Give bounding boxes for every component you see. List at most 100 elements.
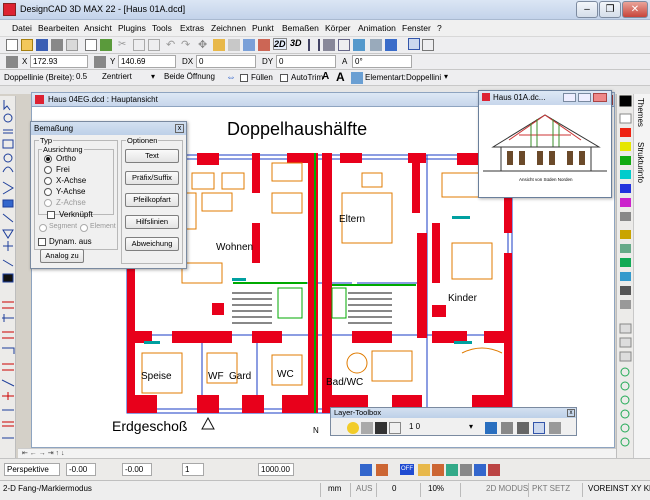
view-field-1[interactable]: -0.00 xyxy=(66,463,96,476)
split-view-icon[interactable] xyxy=(308,39,320,51)
preview-minimize-button[interactable] xyxy=(563,93,576,102)
layer-tool5-icon[interactable] xyxy=(549,422,561,434)
dynamic-checkbox[interactable] xyxy=(38,238,46,246)
paste-icon[interactable] xyxy=(148,39,160,51)
redo-icon[interactable]: ↷ xyxy=(181,38,193,51)
layer-icon[interactable] xyxy=(323,39,335,51)
radio-frei[interactable] xyxy=(44,166,52,174)
preview-titlebar[interactable]: Haus 01A.dc... xyxy=(479,91,611,105)
menu-zeichnen[interactable]: Zeichnen xyxy=(211,23,246,33)
layer-pen-icon[interactable] xyxy=(375,422,387,434)
layer-dropdown-icon[interactable]: ▾ xyxy=(469,422,481,434)
menu-ansicht[interactable]: Ansicht xyxy=(84,23,112,33)
lock-icon[interactable] xyxy=(6,56,18,68)
plugin-icon[interactable] xyxy=(100,39,112,51)
copy-icon[interactable] xyxy=(133,39,145,51)
menu-plugins[interactable]: Plugins xyxy=(118,23,146,33)
preview-icon[interactable] xyxy=(66,39,78,51)
close-button[interactable]: ✕ xyxy=(622,1,648,18)
off-button[interactable]: OFF xyxy=(400,464,414,475)
fill-checkbox[interactable] xyxy=(240,74,248,82)
window-icon[interactable] xyxy=(408,38,420,50)
render-icon[interactable] xyxy=(258,39,270,51)
minimize-button[interactable]: – xyxy=(576,1,598,18)
open-folder-icon[interactable] xyxy=(21,39,33,51)
text-a-icon[interactable]: A xyxy=(322,71,334,83)
x-coordinate-field[interactable]: 172.93 xyxy=(30,55,88,68)
scroll-arrows-icon[interactable]: ⇤ ← → ⇥ ↑ ↓ xyxy=(22,449,64,457)
view-select[interactable]: Perspektive xyxy=(4,463,60,476)
tolerance-button[interactable]: Abweichung xyxy=(125,237,179,251)
element-dropdown-icon[interactable]: ▾ xyxy=(444,72,456,84)
tab-themes[interactable]: Themes xyxy=(636,98,645,127)
layer-manager-icon[interactable] xyxy=(485,422,497,434)
element-type-icon[interactable] xyxy=(351,72,363,84)
menu-extras[interactable]: Extras xyxy=(180,23,204,33)
mode-3d-button[interactable]: 3D xyxy=(290,38,304,50)
align-select[interactable]: Zentriert xyxy=(100,71,152,84)
layer-toolbox-titlebar[interactable]: Layer-Toolbox xyxy=(331,408,576,418)
grid-icon[interactable] xyxy=(338,39,350,51)
undo-icon[interactable]: ↶ xyxy=(166,38,178,51)
explode-icon[interactable] xyxy=(228,39,240,51)
dx-field[interactable]: 0 xyxy=(196,55,256,68)
layer-select[interactable]: 1 0 xyxy=(407,421,477,434)
snap-icon[interactable] xyxy=(418,464,430,476)
layer-tool4-icon[interactable] xyxy=(533,422,545,434)
view-tool2-icon[interactable] xyxy=(376,464,388,476)
move-icon[interactable]: ✥ xyxy=(198,38,210,51)
view-tool-icon[interactable] xyxy=(360,464,372,476)
restore-button[interactable]: ❐ xyxy=(599,1,621,18)
preview-close-button[interactable] xyxy=(593,93,607,102)
preview-window[interactable]: Haus 01A.dc... Ansicht von Süden Norden xyxy=(478,90,612,198)
view-field-2[interactable]: -0.00 xyxy=(122,463,152,476)
info-icon[interactable] xyxy=(353,39,365,51)
extension-lines-button[interactable]: Hilfslinien xyxy=(125,215,179,229)
layer-tool2-icon[interactable] xyxy=(501,422,513,434)
opening-select[interactable]: Beide Öffnung xyxy=(162,71,224,84)
autotrim-checkbox[interactable] xyxy=(280,74,288,82)
layer-tool3-icon[interactable] xyxy=(517,422,529,434)
print-icon[interactable] xyxy=(51,39,63,51)
text-a-large-icon[interactable]: A xyxy=(336,70,348,84)
save-icon[interactable] xyxy=(36,39,48,51)
page-icon[interactable] xyxy=(85,39,97,51)
snap3-icon[interactable] xyxy=(446,464,458,476)
horizontal-scrollbar[interactable]: ⇤ ← → ⇥ ↑ ↓ xyxy=(18,448,616,458)
line-width-field[interactable]: 0.5 xyxy=(74,71,96,84)
opening-icon[interactable]: ⇔ xyxy=(226,72,238,84)
properties-icon[interactable] xyxy=(370,39,382,51)
radio-y-achse[interactable] xyxy=(44,188,52,196)
preview-maximize-button[interactable] xyxy=(578,93,591,102)
menu-tools[interactable]: Tools xyxy=(152,23,172,33)
element-type-value[interactable]: Doppellini xyxy=(406,73,441,82)
radio-ortho[interactable] xyxy=(44,155,52,163)
tab-strukturinfo[interactable]: Strukturinfo xyxy=(636,142,645,183)
snap6-icon[interactable] xyxy=(488,464,500,476)
color-palette[interactable] xyxy=(617,94,634,458)
menu-koerper[interactable]: Körper xyxy=(325,23,351,33)
cut-icon[interactable]: ✂ xyxy=(118,39,130,51)
layer-color-icon[interactable] xyxy=(389,422,401,434)
menu-datei[interactable]: Datei xyxy=(12,23,32,33)
text-button[interactable]: Text xyxy=(125,149,179,163)
menu-bemassen[interactable]: Bemaßen xyxy=(282,23,319,33)
dialog-close-icon[interactable]: x xyxy=(175,124,184,133)
palette-icon[interactable] xyxy=(385,39,397,51)
lock-y-icon[interactable] xyxy=(94,56,106,68)
dy-field[interactable]: 0 xyxy=(276,55,336,68)
menu-fenster[interactable]: Fenster xyxy=(402,23,431,33)
menu-bearbeiten[interactable]: Bearbeiten xyxy=(38,23,79,33)
angle-field[interactable]: 0° xyxy=(352,55,412,68)
linked-checkbox[interactable] xyxy=(47,211,55,219)
view-icon[interactable] xyxy=(243,39,255,51)
y-coordinate-field[interactable]: 140.69 xyxy=(118,55,176,68)
menu-animation[interactable]: Animation xyxy=(358,23,396,33)
arrowhead-button[interactable]: Pfeilkopfart xyxy=(125,193,179,207)
radio-x-achse[interactable] xyxy=(44,177,52,185)
view-field-4[interactable]: 1000.00 xyxy=(258,463,294,476)
view-field-3[interactable]: 1 xyxy=(182,463,204,476)
drawing-tools-icons[interactable] xyxy=(0,96,16,458)
tile-icon[interactable] xyxy=(422,39,434,51)
menu-punkt[interactable]: Punkt xyxy=(252,23,274,33)
